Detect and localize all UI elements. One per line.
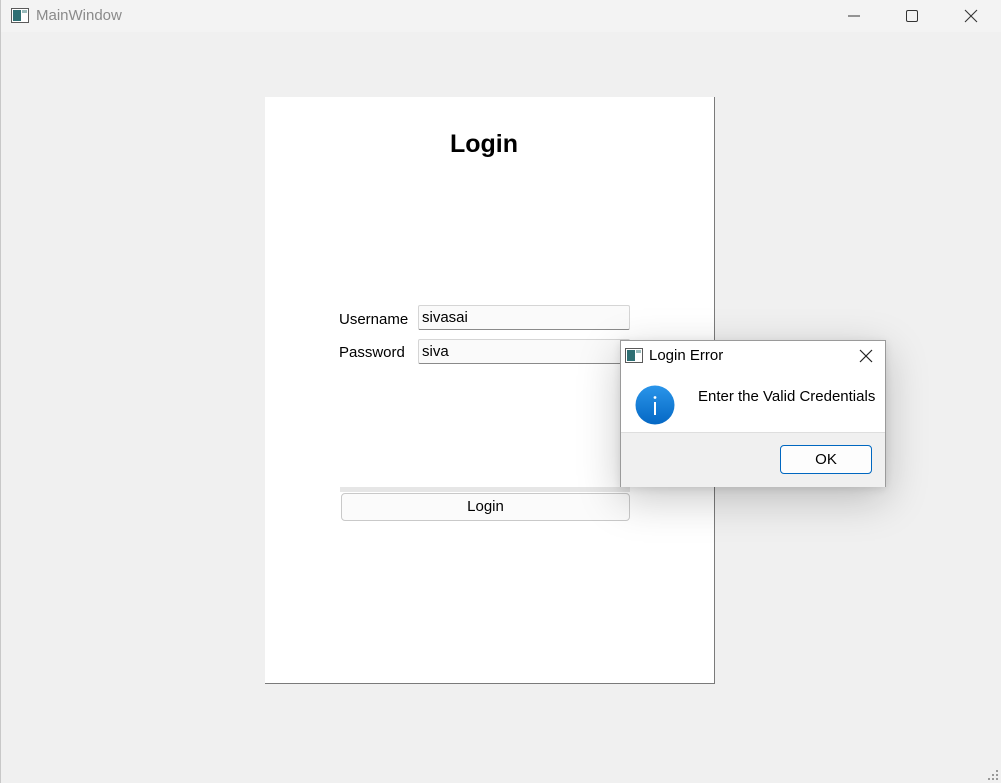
window-titlebar[interactable]: MainWindow (1, 0, 1001, 32)
dialog-title: Login Error (649, 347, 724, 364)
dialog-button-bar: OK (621, 432, 885, 487)
close-icon (859, 349, 873, 363)
password-input[interactable]: siva (418, 339, 630, 364)
resize-grip-icon[interactable] (987, 769, 999, 781)
username-label: Username (339, 311, 409, 328)
divider-strip (340, 487, 630, 492)
maximize-button[interactable] (889, 0, 935, 32)
close-button[interactable] (948, 0, 994, 32)
dialog-close-button[interactable] (847, 341, 885, 371)
dialog-app-icon (625, 348, 643, 363)
main-window: MainWindow Login Username sivasai Passwo… (0, 0, 1001, 783)
login-error-dialog: Login Error Enter the Valid Credentials … (620, 340, 886, 487)
info-icon (635, 385, 675, 425)
ok-button[interactable]: OK (780, 445, 872, 474)
minimize-button[interactable] (831, 0, 877, 32)
login-heading: Login (449, 130, 519, 158)
login-button[interactable]: Login (341, 493, 630, 521)
username-input[interactable]: sivasai (418, 305, 630, 330)
app-window-icon (11, 8, 29, 23)
minimize-icon (848, 15, 860, 17)
dialog-message: Enter the Valid Credentials (698, 388, 876, 405)
close-icon (964, 9, 978, 23)
maximize-icon (906, 10, 918, 22)
window-title: MainWindow (36, 7, 122, 24)
password-label: Password (339, 344, 405, 361)
